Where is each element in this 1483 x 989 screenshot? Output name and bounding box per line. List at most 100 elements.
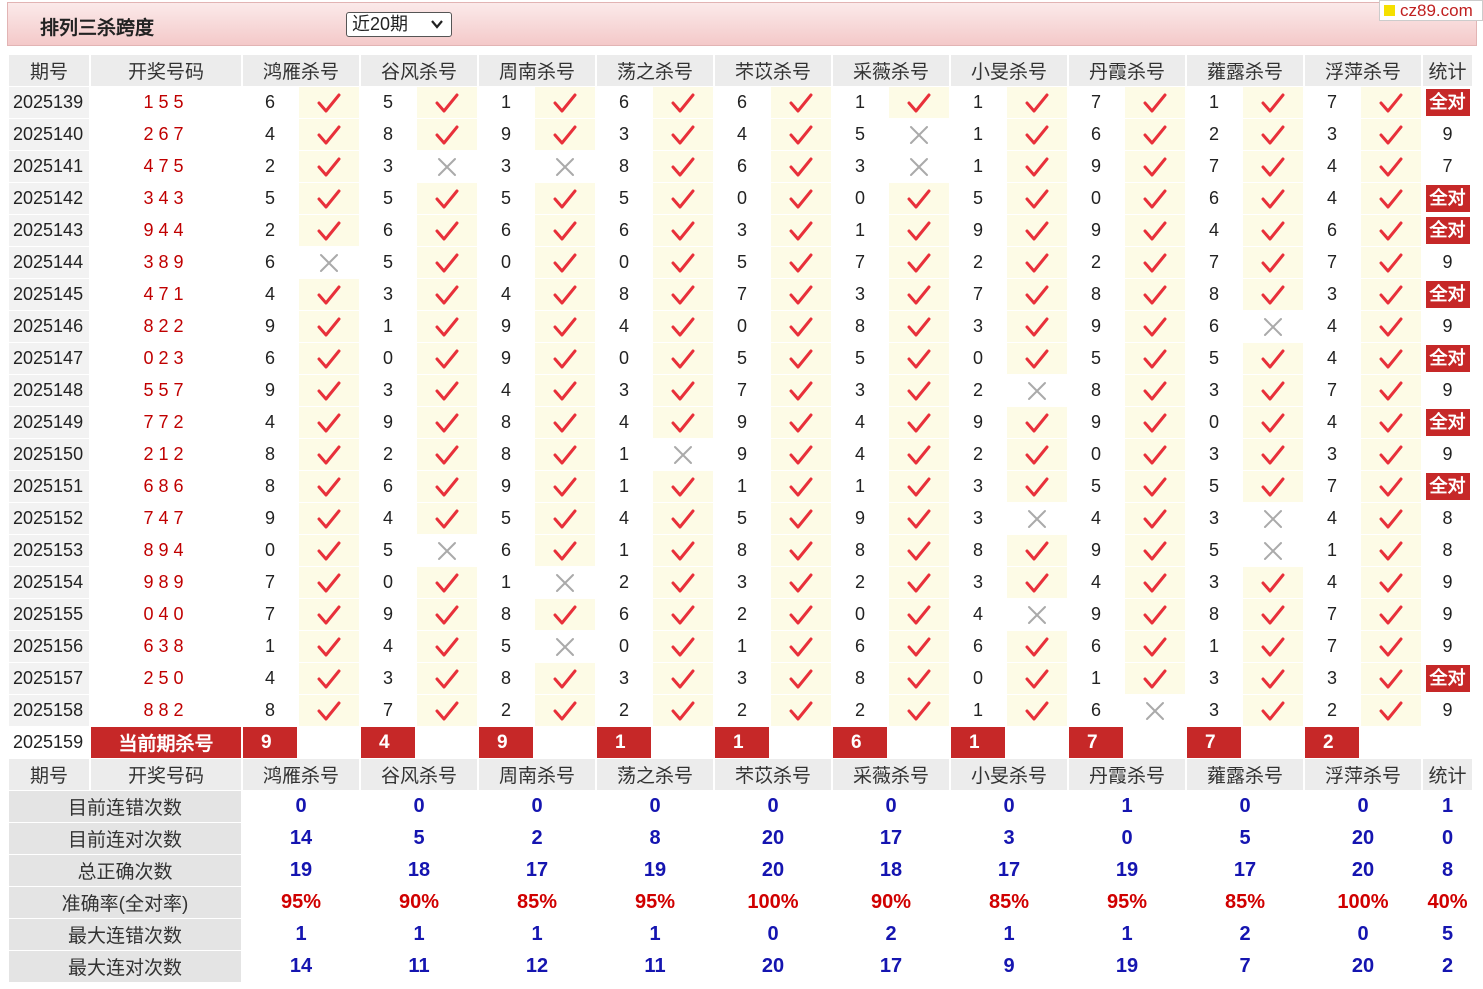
table-row: 2025158 882 8 7 2 2 2 2 1 6 3 2 9 [9, 695, 1472, 727]
draw-numbers-cell: 023 [91, 343, 241, 375]
col-header-expert[interactable]: 采薇杀号 [833, 759, 949, 791]
table-row: 2025140 267 4 8 9 3 4 5 1 6 2 3 9 [9, 119, 1472, 151]
col-header-stats: 统计 [1423, 55, 1472, 87]
check-icon [317, 573, 341, 592]
period-range-select[interactable]: 近20期 [346, 12, 452, 37]
result-correct-cell [1361, 567, 1421, 599]
col-header-expert[interactable]: 周南杀号 [479, 55, 595, 87]
result-correct-cell [1125, 119, 1185, 151]
summary-value: 1 [243, 919, 359, 951]
col-header-period: 期号 [9, 759, 89, 791]
col-header-expert[interactable]: 周南杀号 [479, 759, 595, 791]
all-correct-badge: 全对 [1425, 345, 1470, 372]
check-icon [1379, 573, 1403, 592]
result-correct-cell [535, 119, 595, 151]
period-cell: 2025155 [9, 599, 89, 631]
col-header-expert[interactable]: 芣苡杀号 [715, 55, 831, 87]
stat-cell: 全对 [1423, 407, 1472, 439]
summary-label: 目前连对次数 [9, 823, 241, 855]
check-icon [553, 477, 577, 496]
result-correct-cell [1125, 439, 1185, 471]
kill-number-cell: 3 [361, 375, 415, 407]
col-header-expert[interactable]: 鸿雁杀号 [243, 55, 359, 87]
cross-icon [1264, 317, 1282, 336]
result-correct-cell [771, 599, 831, 631]
table-row: 2025154 989 7 0 1 2 3 2 3 4 3 4 9 [9, 567, 1472, 599]
col-header-expert[interactable]: 芣苡杀号 [715, 759, 831, 791]
kill-number-cell: 0 [951, 343, 1005, 375]
kill-number-cell: 0 [1187, 407, 1241, 439]
col-header-expert[interactable]: 丹霞杀号 [1069, 55, 1185, 87]
kill-number-cell: 5 [1069, 343, 1123, 375]
check-icon [789, 637, 813, 656]
stat-cell: 9 [1423, 311, 1472, 343]
col-header-expert[interactable]: 谷风杀号 [361, 55, 477, 87]
period-cell: 2025139 [9, 87, 89, 119]
col-header-expert[interactable]: 荡之杀号 [597, 759, 713, 791]
check-icon [1143, 637, 1167, 656]
result-correct-cell [653, 215, 713, 247]
kill-number-cell: 8 [1069, 279, 1123, 311]
cross-icon [438, 541, 456, 560]
kill-number-cell: 6 [361, 471, 415, 503]
check-icon [435, 669, 459, 688]
kill-number-cell: 4 [243, 279, 297, 311]
cross-icon [1264, 509, 1282, 528]
table-row: 2025153 894 0 5 6 1 8 8 8 9 5 1 8 [9, 535, 1472, 567]
check-icon [1025, 349, 1049, 368]
check-icon [1261, 573, 1285, 592]
col-header-expert[interactable]: 蕹露杀号 [1187, 759, 1303, 791]
check-icon [1379, 317, 1403, 336]
result-correct-cell [653, 535, 713, 567]
check-icon [553, 189, 577, 208]
draw-numbers-cell: 686 [91, 471, 241, 503]
result-correct-cell [1361, 119, 1421, 151]
check-icon [907, 317, 931, 336]
col-header-expert[interactable]: 小旻杀号 [951, 55, 1067, 87]
stat-cell: 全对 [1423, 663, 1472, 695]
result-correct-cell [299, 439, 359, 471]
kill-number-cell: 3 [715, 663, 769, 695]
check-icon [1261, 637, 1285, 656]
kill-number-cell: 4 [951, 599, 1005, 631]
check-icon [1143, 477, 1167, 496]
kill-number-cell: 5 [833, 343, 887, 375]
result-correct-cell [417, 503, 477, 535]
check-icon [671, 253, 695, 272]
kill-number-cell: 4 [1305, 183, 1359, 215]
col-header-expert[interactable]: 鸿雁杀号 [243, 759, 359, 791]
all-correct-badge: 全对 [1425, 665, 1470, 692]
draw-numbers-cell: 882 [91, 695, 241, 727]
current-kill-number: 7 [1187, 727, 1241, 759]
col-header-expert[interactable]: 采薇杀号 [833, 55, 949, 87]
col-header-expert[interactable]: 浮萍杀号 [1305, 759, 1421, 791]
kill-number-cell: 6 [243, 247, 297, 279]
result-correct-cell [771, 695, 831, 727]
kill-number-cell: 2 [951, 439, 1005, 471]
col-header-expert[interactable]: 荡之杀号 [597, 55, 713, 87]
col-header-expert[interactable]: 丹霞杀号 [1069, 759, 1185, 791]
summary-value: 17 [833, 951, 949, 983]
header-row: 期号 开奖号码 鸿雁杀号 谷风杀号 周南杀号 荡之杀号 芣苡杀号 采薇杀号 小旻杀号 丹霞杀号 蕹露… [9, 759, 1472, 791]
result-correct-cell [1125, 471, 1185, 503]
site-logo[interactable]: cz89.com [1379, 0, 1483, 21]
col-header-expert[interactable]: 谷风杀号 [361, 759, 477, 791]
check-icon [1379, 637, 1403, 656]
check-icon [1379, 221, 1403, 240]
col-header-expert[interactable]: 小旻杀号 [951, 759, 1067, 791]
check-icon [317, 509, 341, 528]
col-header-expert[interactable]: 浮萍杀号 [1305, 55, 1421, 87]
result-correct-cell [1007, 695, 1067, 727]
kill-number-cell: 5 [1069, 471, 1123, 503]
col-header-expert[interactable]: 蕹露杀号 [1187, 55, 1303, 87]
table-row: 2025149 772 4 9 8 4 9 4 9 9 0 4 全对 [9, 407, 1472, 439]
check-icon [789, 93, 813, 112]
check-icon [789, 349, 813, 368]
draw-numbers-cell: 267 [91, 119, 241, 151]
kill-number-cell: 5 [479, 503, 533, 535]
result-correct-cell [1243, 279, 1303, 311]
summary-value: 1 [361, 919, 477, 951]
summary-value: 85% [479, 887, 595, 919]
result-correct-cell [653, 407, 713, 439]
kill-number-cell: 0 [361, 567, 415, 599]
